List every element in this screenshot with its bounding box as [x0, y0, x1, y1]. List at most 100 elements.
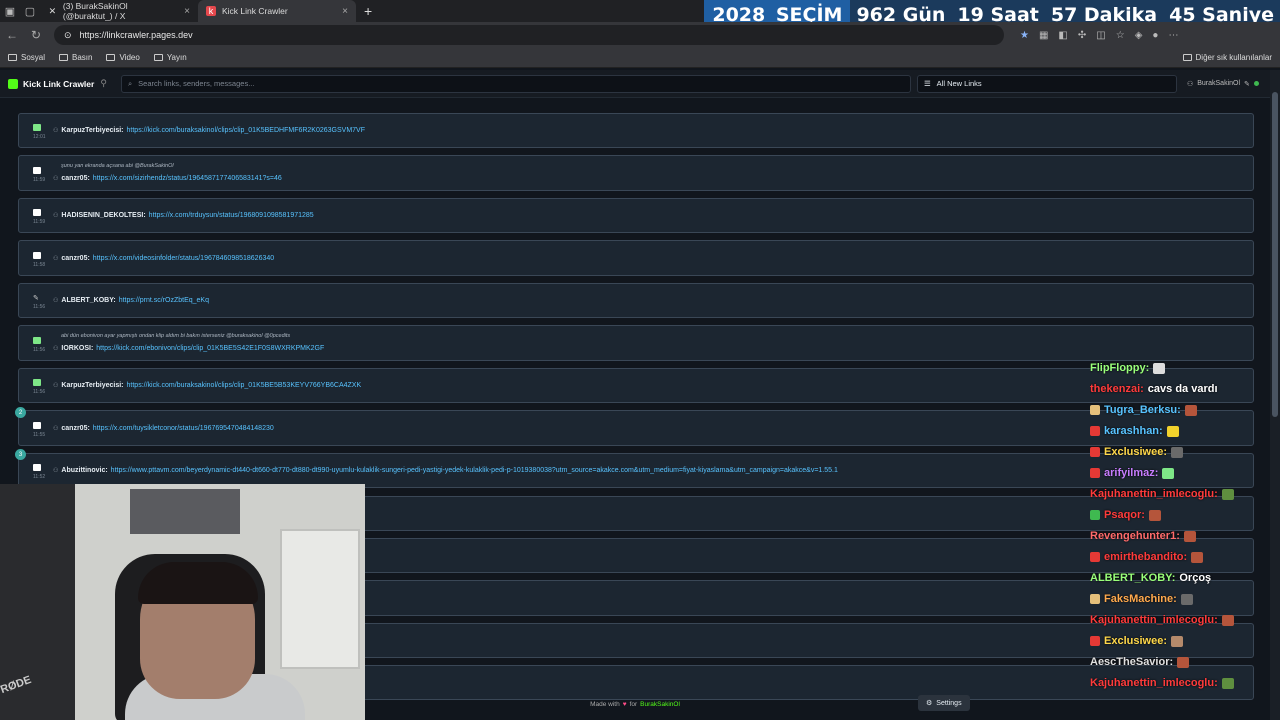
address-bar: ← ↻ ⊙ https://linkcrawler.pages.dev ★ ▦ … [0, 22, 1280, 48]
x-post-icon [33, 167, 41, 174]
footer-made-with: Made with [590, 700, 620, 708]
shield-icon[interactable]: ◈ [1135, 30, 1143, 41]
bookmark-folder-basin[interactable]: Basın [59, 53, 92, 62]
online-status-icon [1253, 81, 1259, 86]
row-time: 11:58 [33, 262, 46, 268]
extension-icon[interactable]: ◧ [1058, 30, 1067, 41]
settings-button[interactable]: ⚙ Settings [918, 695, 970, 711]
filter-label: All New Links [936, 79, 982, 88]
link-url[interactable]: https://x.com/videosinfolder/status/1967… [93, 255, 274, 262]
bookmark-label: Sosyal [21, 53, 46, 62]
app-logo: Kick Link Crawler [8, 78, 95, 89]
link-url[interactable]: https://kick.com/buraksakinol/clips/clip… [127, 127, 365, 134]
user-icon: ⚇ [1186, 80, 1194, 88]
chat-text: Orçoş [1179, 572, 1212, 584]
reload-icon[interactable]: ↻ [24, 28, 48, 42]
more-icon[interactable]: ⋯ [1168, 30, 1178, 41]
site-info-icon[interactable]: ⊙ [64, 30, 72, 41]
user-menu[interactable]: ⚇ BurakSakinOl ✎ [1187, 80, 1259, 88]
favorites-icon[interactable]: ☆ [1116, 30, 1125, 41]
other-bookmarks[interactable]: Diğer sık kullanılanlar [1182, 53, 1272, 62]
chat-user: FlipFloppy: [1090, 362, 1150, 374]
chat-message: FlipFloppy: [1090, 362, 1166, 374]
folder-icon [153, 54, 163, 61]
clip-icon [33, 337, 41, 344]
chat-message: emirthebandito: [1090, 551, 1204, 563]
link-row[interactable]: 12:01 ⚇ KarpuzTerbiyecisi: https://kick.co… [18, 113, 1254, 148]
puzzle-icon[interactable]: ✣ [1078, 30, 1086, 41]
url-text: https://linkcrawler.pages.dev [79, 30, 193, 40]
message-text: şunu yan ekranda açsana abi @BurakSakinO… [61, 163, 174, 169]
emote-icon [1180, 593, 1193, 605]
link-row[interactable]: 11:56 abi dün ebonivon ayar yapmıştı ond… [18, 325, 1254, 361]
bookmark-folder-video[interactable]: Video [106, 53, 140, 62]
link-row[interactable]: ✎ 11:56 ⚇ ALBERT_KOBY: https://prnt.sc/rOz… [18, 283, 1254, 318]
search-input[interactable]: ⌕ Search links, senders, messages... [120, 74, 911, 93]
row-time: 11:56 [33, 304, 46, 310]
close-icon[interactable]: × [184, 6, 190, 17]
count-badge: 2 [15, 407, 26, 418]
kick-logo-icon [8, 78, 18, 89]
chat-user: Tugra_Berksu: [1104, 404, 1181, 416]
tab-x[interactable]: ✕ (3) BurakSakinOl (@buraktut_) / X × [40, 0, 198, 22]
close-icon[interactable]: × [342, 6, 348, 17]
link-url[interactable]: https://x.com/trduysun/status/1968091098… [149, 212, 314, 219]
link-row[interactable]: 11:56 ⚇ KarpuzTerbiyecisi: https://kick.co… [18, 368, 1254, 403]
chat-message: Kajuhanettin_imlecoglu: [1090, 677, 1234, 689]
edit-icon[interactable]: ✎ [1244, 80, 1250, 88]
filter-icon: ☰ [923, 79, 931, 88]
extension-icon[interactable]: ▦ [1039, 30, 1048, 41]
footer-brand[interactable]: BurakSakinOl [640, 701, 680, 708]
footer: Made with ♥ for BurakSakinOl [0, 694, 1270, 714]
link-url[interactable]: https://x.com/sizirhendz/status/19645871… [93, 175, 282, 182]
new-tab-button[interactable]: + [356, 3, 380, 19]
row-time: 11:59 [33, 219, 46, 225]
kick-icon: k [206, 6, 216, 16]
bookmark-folder-yayin[interactable]: Yayın [153, 53, 187, 62]
app-title: Kick Link Crawler [23, 78, 95, 89]
sender-name: canzr05: [61, 425, 90, 432]
person-icon: ⚇ [53, 256, 59, 262]
bookmark-label: Diğer sık kullanılanlar [1195, 53, 1272, 62]
sender-name: Abuzittinovic: [61, 467, 108, 474]
chat-message: Kajuhanettin_imlecoglu: [1090, 614, 1234, 626]
message-text: abi dün ebonivon ayar yapmıştı ondan kli… [61, 333, 291, 339]
link-url[interactable]: https://kick.com/ebonivon/clips/clip_01K… [96, 345, 324, 352]
link-row[interactable]: 11:59 ⚇ HADISENIN_DEKOLTESI: https://x.com… [18, 198, 1254, 233]
star-icon[interactable]: ★ [1020, 30, 1029, 41]
link-url[interactable]: https://kick.com/buraksakinol/clips/clip… [127, 382, 362, 389]
emote-icon [1162, 467, 1175, 479]
link-url[interactable]: https://prnt.sc/rOzZbtEq_eKq [119, 297, 209, 304]
webcam-photos [130, 489, 240, 534]
link-url[interactable]: https://www.pttavm.com/beyerdynamic-dt44… [111, 467, 838, 474]
link-row[interactable]: 11:52 ⚇ Abuzittinovic: https://www.pttavm.… [18, 453, 1254, 488]
pin-icon[interactable]: ⚲ [100, 78, 107, 89]
link-row[interactable]: 11:58 ⚇ canzr05: https://x.com/videosinfol… [18, 240, 1254, 276]
chat-message: arifyilmaz: [1090, 467, 1175, 479]
workspaces-icon[interactable]: ▣ [0, 0, 20, 22]
person-icon: ⚇ [53, 213, 59, 219]
chat-user: Revengehunter1: [1090, 530, 1180, 542]
url-field[interactable]: ⊙ https://linkcrawler.pages.dev [54, 25, 1004, 45]
bookmark-folder-sosyal[interactable]: Sosyal [8, 53, 45, 62]
filter-select[interactable]: ☰ All New Links [916, 74, 1177, 93]
sender-name: IORKOSI: [61, 345, 94, 352]
chat-message: Exclusiwee: [1090, 446, 1183, 458]
chat-message: Exclusiwee: [1090, 635, 1183, 647]
link-row[interactable]: 11:55 ⚇ canzr05: https://x.com/tuysikletco… [18, 410, 1254, 446]
emote-icon [1148, 509, 1161, 521]
link-row[interactable]: 11:59 şunu yan ekranda açsana abi @Burak… [18, 155, 1254, 191]
link-url[interactable]: https://x.com/tuysikletconor/status/1967… [93, 425, 274, 432]
chat-overlay: FlipFloppy: thekenzai: cavs da vardı Tugr… [1090, 362, 1270, 720]
x-icon: ✕ [48, 5, 57, 16]
emote-icon [1221, 614, 1234, 626]
back-icon[interactable]: ← [0, 28, 24, 42]
tab-kick-link-crawler[interactable]: k Kick Link Crawler × [198, 0, 356, 22]
tab-actions-icon[interactable]: ▢ [20, 0, 40, 22]
split-screen-icon[interactable]: ◫ [1096, 30, 1105, 41]
clip-icon [33, 379, 41, 386]
chat-message: AescTheSavior: [1090, 656, 1190, 668]
settings-label: Settings [936, 699, 962, 707]
scrollbar-thumb[interactable] [1272, 92, 1278, 417]
avatar[interactable]: ● [1152, 30, 1158, 41]
